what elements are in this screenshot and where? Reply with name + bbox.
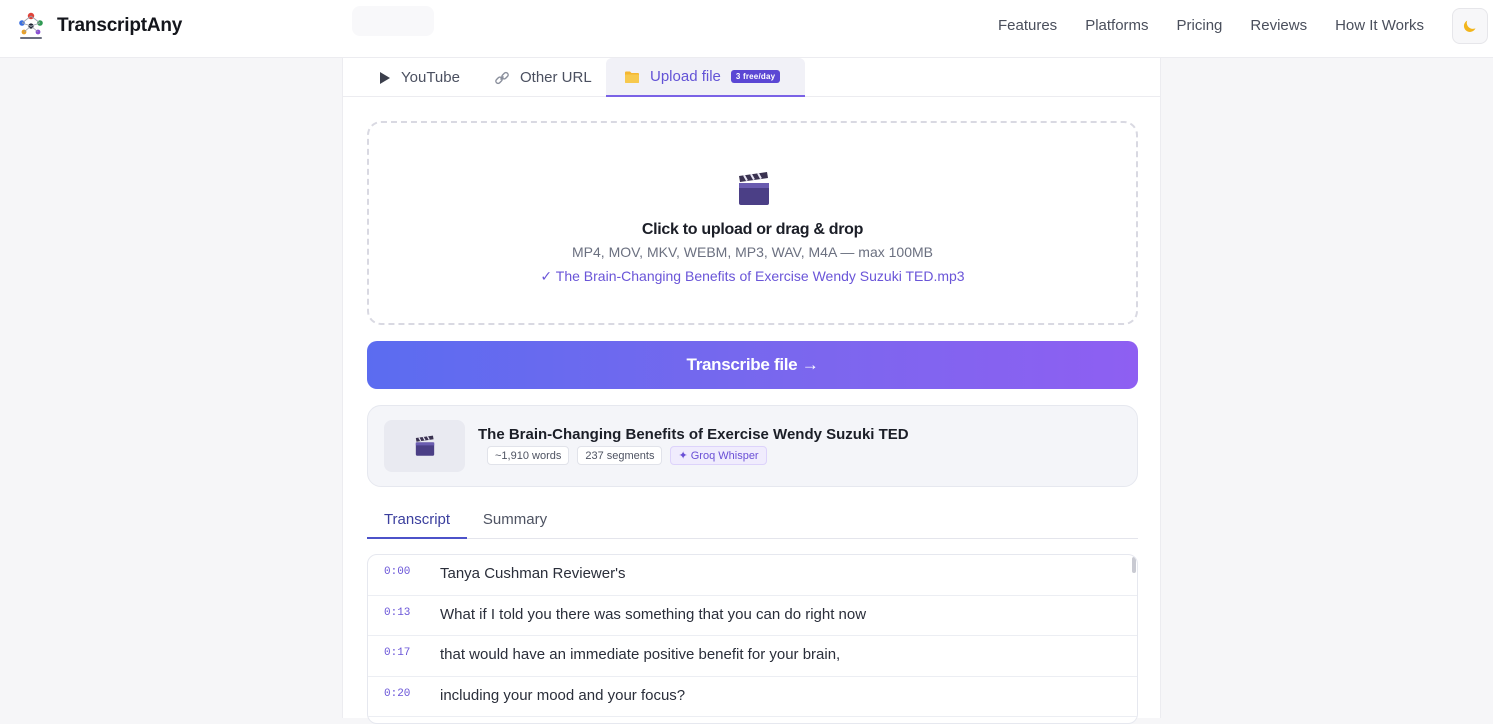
segment-text: Tanya Cushman Reviewer's xyxy=(440,565,626,582)
tab-summary[interactable]: Summary xyxy=(467,504,563,539)
segment-count-badge: 237 segments xyxy=(577,446,663,465)
tab-other-url[interactable]: Other URL xyxy=(494,58,614,97)
transcript-segment[interactable]: 0:00 Tanya Cushman Reviewer's xyxy=(368,555,1137,596)
result-title: The Brain-Changing Benefits of Exercise … xyxy=(478,426,909,443)
brand[interactable]: TranscriptAny xyxy=(17,11,182,41)
result-stats: ~1,910 words 237 segments ✦ Groq Whisper xyxy=(487,446,775,465)
upload-dropzone[interactable]: Click to upload or drag & drop MP4, MOV,… xyxy=(367,121,1138,325)
selected-file: ✓ The Brain-Changing Benefits of Exercis… xyxy=(540,268,965,284)
upload-title: Click to upload or drag & drop xyxy=(641,221,864,238)
theme-toggle-button[interactable] xyxy=(1452,8,1488,44)
transcript-segment[interactable]: 0:13 What if I told you there was someth… xyxy=(368,596,1137,636)
segment-text: including your mood and your focus? xyxy=(440,686,686,704)
transcript-list[interactable]: 0:00 Tanya Cushman Reviewer's 0:13 What … xyxy=(367,554,1138,724)
tab-transcript[interactable]: Transcript xyxy=(367,504,467,539)
nav-links: Features Platforms Pricing Reviews How I… xyxy=(970,17,1424,34)
link-icon xyxy=(494,70,510,86)
ghost-button xyxy=(352,6,434,36)
nav-link-how-it-works[interactable]: How It Works xyxy=(1335,17,1424,34)
quota-badge: 3 free/day xyxy=(730,70,781,83)
segment-time[interactable]: 0:13 xyxy=(384,607,410,619)
word-count-badge: ~1,910 words xyxy=(487,446,570,465)
output-tabs: Transcript Summary xyxy=(367,504,1138,539)
play-icon xyxy=(379,71,391,85)
top-nav: TranscriptAny Features Platforms Pricing… xyxy=(0,0,1493,58)
segment-time[interactable]: 0:00 xyxy=(384,566,410,578)
media-thumbnail xyxy=(384,420,465,472)
engine-badge: ✦ Groq Whisper xyxy=(670,446,767,465)
source-tabs: YouTube Other URL Upload file 3 free/day xyxy=(343,58,1160,97)
segment-text: What if I told you there was something t… xyxy=(440,605,867,623)
clapperboard-icon xyxy=(415,435,434,456)
brand-name: TranscriptAny xyxy=(57,15,183,36)
transcript-segment[interactable]: 0:20 including your mood and your focus? xyxy=(368,677,1137,717)
nav-link-pricing[interactable]: Pricing xyxy=(1177,17,1223,34)
transcribe-button[interactable]: Transcribe file → xyxy=(367,341,1138,389)
segment-text: that would have an immediate positive be… xyxy=(440,646,841,663)
moon-icon xyxy=(1463,20,1476,32)
tab-upload-file-label: Upload file xyxy=(650,68,721,85)
tab-youtube[interactable]: YouTube xyxy=(379,58,499,97)
nav-link-features[interactable]: Features xyxy=(998,17,1057,34)
segment-time[interactable]: 0:20 xyxy=(384,688,410,700)
segment-time[interactable]: 0:17 xyxy=(384,647,410,659)
nav-link-platforms[interactable]: Platforms xyxy=(1085,17,1148,34)
folder-icon xyxy=(624,70,640,84)
transcript-segment[interactable]: 0:17 that would have an immediate positi… xyxy=(368,636,1137,677)
tab-youtube-label: YouTube xyxy=(401,69,460,86)
result-summary: The Brain-Changing Benefits of Exercise … xyxy=(367,405,1138,487)
tab-upload-file[interactable]: Upload file 3 free/day xyxy=(606,58,805,97)
upload-formats: MP4, MOV, MKV, WEBM, MP3, WAV, M4A — max… xyxy=(572,244,933,260)
nav-link-reviews[interactable]: Reviews xyxy=(1250,17,1307,34)
main-card: YouTube Other URL Upload file 3 free/day xyxy=(342,58,1161,724)
tab-other-url-label: Other URL xyxy=(520,69,592,86)
clapperboard-icon xyxy=(737,171,771,212)
people-network-icon xyxy=(17,11,45,41)
